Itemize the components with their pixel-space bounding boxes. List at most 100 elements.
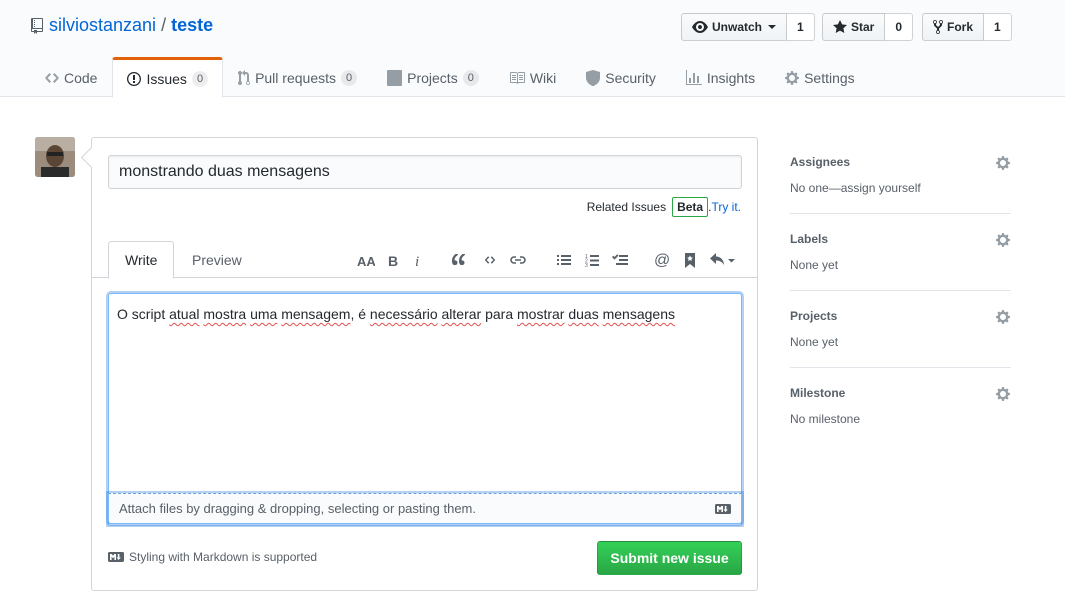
issue-body-text: O script atual mostra uma mensagem, é ne… bbox=[117, 306, 675, 322]
tab-settings-label: Settings bbox=[804, 70, 855, 86]
repo-nav: Code Issues 0 Pull requests 0 Projects 0… bbox=[30, 57, 870, 98]
attach-files-hint: Attach files by dragging & dropping, sel… bbox=[119, 501, 476, 516]
issues-counter: 0 bbox=[191, 70, 209, 87]
bookmark-icon[interactable] bbox=[683, 251, 697, 269]
book-icon bbox=[509, 72, 525, 84]
code-icon bbox=[45, 73, 59, 83]
star-group: Star 0 bbox=[822, 13, 914, 41]
tab-security[interactable]: Security bbox=[571, 57, 671, 97]
new-issue-form: Related Issues Beta . Try it. Write Prev… bbox=[91, 137, 758, 591]
tab-issues[interactable]: Issues 0 bbox=[112, 57, 224, 98]
tab-pull-requests[interactable]: Pull requests 0 bbox=[223, 57, 372, 97]
repo-title: silviostanzani / teste bbox=[31, 15, 213, 36]
tab-insights[interactable]: Insights bbox=[671, 57, 770, 97]
svg-text:AA: AA bbox=[357, 254, 375, 267]
assignees-title[interactable]: Assignees bbox=[790, 155, 850, 169]
mention-icon[interactable]: @ bbox=[653, 251, 671, 269]
projects-counter: 0 bbox=[462, 70, 479, 86]
tab-projects-label: Projects bbox=[407, 70, 458, 86]
related-issues-label: Related Issues bbox=[586, 200, 667, 214]
reply-icon[interactable] bbox=[710, 251, 738, 269]
unordered-list-icon[interactable] bbox=[556, 251, 572, 269]
markdown-icon bbox=[108, 552, 124, 562]
stargazers-count[interactable]: 0 bbox=[885, 13, 914, 41]
repo-separator: / bbox=[161, 15, 167, 35]
svg-text:@: @ bbox=[654, 252, 670, 268]
gear-icon[interactable] bbox=[995, 386, 1011, 402]
bold-icon[interactable]: B bbox=[386, 251, 400, 269]
unwatch-button[interactable]: Unwatch bbox=[681, 13, 788, 41]
issue-sidebar: Assignees No one—assign yourself Labels … bbox=[790, 137, 1011, 445]
preview-tab[interactable]: Preview bbox=[176, 241, 258, 279]
fork-button[interactable]: Fork bbox=[922, 13, 985, 41]
tab-code-label: Code bbox=[64, 70, 98, 86]
tab-code[interactable]: Code bbox=[30, 57, 112, 97]
star-icon bbox=[833, 20, 847, 33]
attach-files-zone[interactable]: Attach files by dragging & dropping, sel… bbox=[108, 493, 742, 524]
sidebar-milestone: Milestone No milestone bbox=[790, 368, 1011, 445]
code-icon[interactable] bbox=[481, 251, 499, 269]
watchers-count[interactable]: 1 bbox=[787, 13, 815, 41]
gear-icon[interactable] bbox=[995, 232, 1011, 248]
caret-down-icon bbox=[728, 259, 735, 263]
tab-pull-requests-label: Pull requests bbox=[255, 70, 336, 86]
svg-text:B: B bbox=[388, 253, 398, 267]
milestone-title[interactable]: Milestone bbox=[790, 386, 845, 400]
projects-title[interactable]: Projects bbox=[790, 309, 837, 323]
task-list-icon[interactable] bbox=[611, 251, 629, 269]
projects-value: None yet bbox=[790, 335, 839, 349]
tab-projects[interactable]: Projects 0 bbox=[372, 57, 494, 97]
ordered-list-icon[interactable]: 123 bbox=[584, 251, 600, 269]
header-text-icon[interactable]: AA bbox=[356, 251, 376, 269]
link-icon[interactable] bbox=[509, 251, 527, 269]
gear-icon bbox=[785, 71, 800, 85]
labels-title[interactable]: Labels bbox=[790, 232, 828, 246]
markdown-note[interactable]: Styling with Markdown is supported bbox=[108, 550, 317, 564]
svg-text:i: i bbox=[415, 254, 419, 267]
milestone-value: No milestone bbox=[790, 412, 861, 426]
forks-count[interactable]: 1 bbox=[984, 13, 1012, 41]
tab-settings[interactable]: Settings bbox=[770, 57, 870, 97]
issue-body-textarea[interactable]: O script atual mostra uma mensagem, é ne… bbox=[108, 293, 742, 525]
markdown-icon bbox=[715, 503, 731, 514]
tab-insights-label: Insights bbox=[706, 70, 756, 86]
issue-icon bbox=[127, 71, 142, 86]
fork-label: Fork bbox=[947, 20, 974, 34]
star-button[interactable]: Star bbox=[822, 13, 886, 41]
repo-icon bbox=[31, 17, 43, 34]
issue-title-input[interactable] bbox=[108, 155, 742, 189]
svg-text:3: 3 bbox=[585, 263, 588, 267]
repo-name-link[interactable]: teste bbox=[171, 15, 213, 36]
avatar-image bbox=[35, 137, 75, 177]
avatar[interactable] bbox=[35, 137, 75, 177]
gear-icon[interactable] bbox=[995, 309, 1011, 325]
sidebar-assignees: Assignees No one—assign yourself bbox=[790, 137, 1011, 214]
watch-group: Unwatch 1 bbox=[681, 13, 815, 41]
quote-icon[interactable] bbox=[450, 251, 468, 269]
labels-value: None yet bbox=[790, 258, 839, 272]
tab-security-label: Security bbox=[605, 70, 656, 86]
fork-group: Fork 1 bbox=[922, 13, 1012, 41]
project-icon bbox=[387, 70, 403, 86]
italic-icon[interactable]: i bbox=[412, 251, 424, 269]
repo-header: silviostanzani / teste Unwatch 1 Star 0 … bbox=[0, 0, 1065, 98]
write-tab[interactable]: Write bbox=[108, 241, 175, 279]
eye-icon bbox=[692, 21, 708, 33]
sidebar-projects: Projects None yet bbox=[790, 291, 1011, 368]
assignees-value[interactable]: No one—assign yourself bbox=[790, 181, 921, 195]
tab-wiki-label: Wiki bbox=[529, 70, 557, 86]
submit-new-issue-button[interactable]: Submit new issue bbox=[597, 541, 742, 575]
tab-wiki[interactable]: Wiki bbox=[494, 57, 571, 97]
gear-icon[interactable] bbox=[995, 155, 1011, 171]
related-issues: Related Issues Beta . Try it. bbox=[587, 197, 741, 217]
try-it-link[interactable]: Try it. bbox=[711, 200, 741, 214]
unwatch-label: Unwatch bbox=[712, 20, 763, 34]
tab-issues-label: Issues bbox=[146, 70, 187, 87]
graph-icon bbox=[685, 70, 702, 85]
beta-badge: Beta bbox=[672, 197, 709, 217]
star-label: Star bbox=[851, 20, 875, 34]
repo-owner-link[interactable]: silviostanzani bbox=[49, 15, 156, 36]
pull-request-icon bbox=[238, 70, 251, 86]
caret-down-icon bbox=[768, 25, 777, 29]
shield-icon bbox=[586, 70, 601, 86]
